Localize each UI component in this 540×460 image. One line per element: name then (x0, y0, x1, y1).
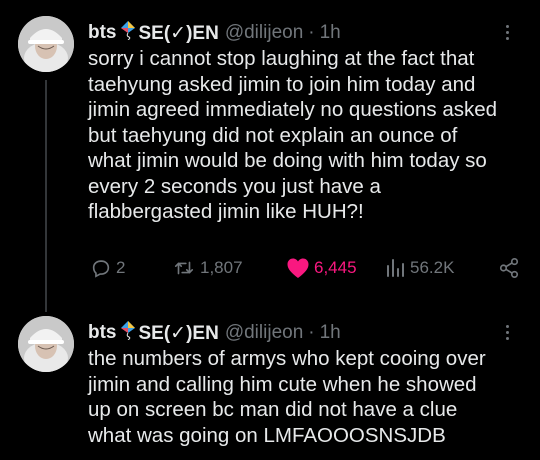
author-name-suffix[interactable]: SE(✓)EN (139, 322, 219, 345)
reply-button[interactable]: 2 (90, 257, 125, 279)
tweet[interactable]: bts SE(✓)EN @dilijeon · 1h the numbers o… (0, 300, 540, 460)
tweet-text: the numbers of armys who kept cooing ove… (88, 347, 486, 447)
author-handle[interactable]: @dilijeon (225, 322, 303, 344)
heart-icon (287, 258, 309, 278)
tweet-header: bts SE(✓)EN @dilijeon · 1h (88, 20, 520, 46)
timestamp[interactable]: 1h (320, 22, 341, 44)
like-count: 6,445 (314, 258, 357, 277)
tweet[interactable]: bts SE(✓)EN @dilijeon · 1h sorry i canno… (0, 0, 540, 312)
kite-icon (120, 20, 136, 46)
bar-chart-icon (387, 259, 404, 277)
avatar-photo (18, 316, 74, 372)
speech-bubble-icon (92, 260, 110, 278)
more-dots-icon[interactable] (496, 320, 518, 344)
tweet-actions: 2 1,807 6,445 56.2K (88, 255, 520, 285)
author-name-text[interactable]: bts (88, 322, 117, 344)
reply-count: 2 (116, 258, 126, 277)
thread-connector (45, 80, 47, 312)
author-name[interactable]: bts SE(✓)EN (88, 20, 219, 46)
timestamp[interactable]: 1h (320, 322, 341, 344)
more-dots-icon[interactable] (496, 20, 518, 44)
author-name-suffix[interactable]: SE(✓)EN (139, 22, 219, 45)
retweet-button[interactable]: 1,807 (172, 257, 243, 279)
like-button[interactable]: 6,445 (286, 257, 357, 279)
share-button[interactable] (498, 257, 520, 279)
author-name[interactable]: bts SE(✓)EN (88, 320, 219, 346)
separator-dot: · (308, 22, 315, 43)
tweet-header: bts SE(✓)EN @dilijeon · 1h (88, 320, 520, 346)
separator-dot: · (308, 322, 315, 343)
retweet-count: 1,807 (200, 258, 243, 277)
avatar-photo (18, 16, 74, 72)
author-handle[interactable]: @dilijeon (225, 22, 303, 44)
tweet-text: sorry i cannot stop laughing at the fact… (88, 47, 498, 223)
share-nodes-icon (499, 258, 519, 278)
kite-icon (120, 320, 136, 346)
avatar[interactable] (18, 16, 74, 72)
retweet-arrows-icon (174, 261, 194, 275)
views-button[interactable]: 56.2K (384, 257, 454, 279)
views-count: 56.2K (410, 258, 455, 277)
avatar[interactable] (18, 316, 74, 372)
author-name-text[interactable]: bts (88, 22, 117, 44)
